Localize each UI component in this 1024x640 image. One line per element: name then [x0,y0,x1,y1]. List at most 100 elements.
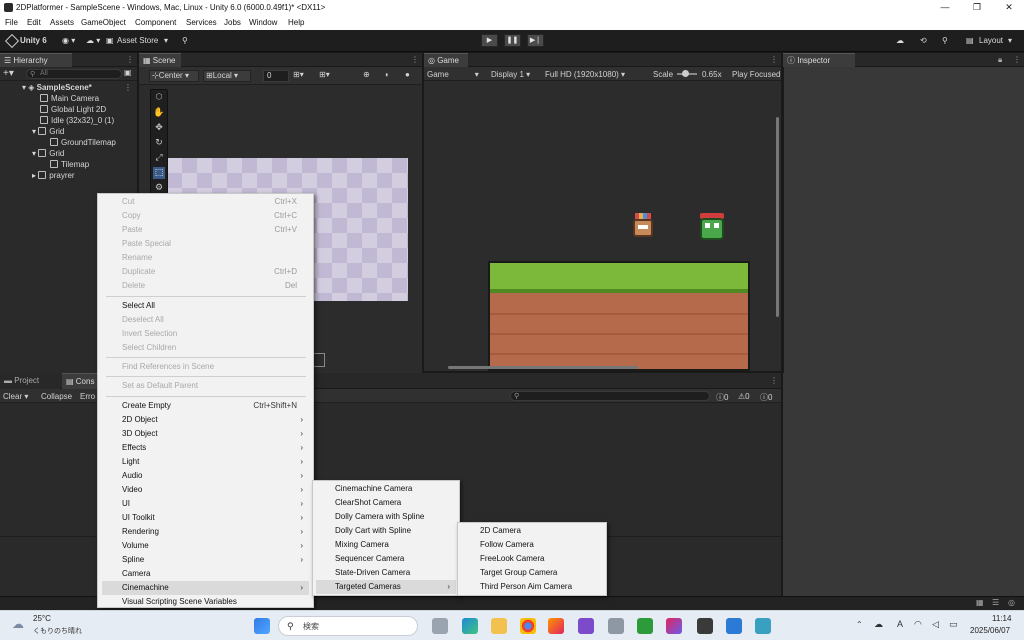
menu-item-cinemachine[interactable]: Cinemachine › [102,581,309,595]
menu-item-light[interactable]: Light › [98,455,313,469]
menu-item-select-children[interactable]: Select Children [98,341,313,355]
menu-help[interactable]: Help [288,15,304,30]
step-button[interactable]: ▶❘ [527,34,544,47]
horizontal-scrollbar[interactable] [448,366,638,369]
volume-icon[interactable]: ◁ [932,619,939,630]
wifi-icon[interactable]: ◠ [914,619,922,630]
vscode-icon[interactable] [726,618,742,634]
hierarchy-item-global-light[interactable]: Global Light 2D [40,105,106,115]
snap-input[interactable]: 0 [263,70,289,82]
view-tool-icon[interactable]: ⬡ [153,92,165,104]
ime-indicator[interactable]: A [897,619,903,629]
firefox-icon[interactable] [548,618,564,634]
menu-item-camera[interactable]: Camera [98,567,313,581]
more-options-icon[interactable]: ⋮ [770,55,778,64]
search-icon[interactable]: ⚲ [182,36,188,45]
menu-edit[interactable]: Edit [27,15,41,30]
chrome-icon[interactable] [520,618,536,634]
shading-icon[interactable]: ◐ [385,70,390,79]
start-icon[interactable] [254,618,270,634]
play-button[interactable]: ▶ [481,34,498,47]
history-icon[interactable]: ⟲ [920,36,927,45]
menu-item-follow-camera[interactable]: Follow Camera [458,538,606,552]
weather-icon[interactable]: ☁ [12,617,24,631]
app-icon[interactable] [666,618,682,634]
unity-version-button[interactable]: Unity 6 [20,36,47,45]
menu-jobs[interactable]: Jobs [224,15,241,30]
status-icon[interactable]: ☰ [992,598,999,607]
hierarchy-search-input[interactable]: ⚲ All [26,69,122,79]
play-focused-dropdown[interactable]: Play Focused [732,70,780,79]
menu-item-invert-selection[interactable]: Invert Selection [98,327,313,341]
menu-item-state-driven-camera[interactable]: State-Driven Camera [313,566,459,580]
menu-item-effects[interactable]: Effects › [98,441,313,455]
hand-tool-icon[interactable]: ✋ [153,107,165,119]
menu-item-create-empty[interactable]: Create Empty Ctrl+Shift+N [98,399,313,413]
hierarchy-item-idle[interactable]: Idle (32x32)_0 (1) [40,116,114,126]
lock-icon[interactable]: 🔒︎ [998,55,1002,65]
status-icon[interactable]: ▦ [976,598,984,607]
xbox-icon[interactable] [637,618,653,634]
add-icon[interactable]: +▾ [3,68,14,79]
menu-item-volume[interactable]: Volume › [98,539,313,553]
error-pause-button[interactable]: Erro [80,392,95,401]
menu-item-delete[interactable]: Delete Del [98,279,313,293]
warning-count[interactable]: ⚠0 [738,392,750,401]
app-icon[interactable] [608,618,624,634]
menu-item-ui[interactable]: UI › [98,497,313,511]
menu-item-deselect-all[interactable]: Deselect All [98,313,313,327]
menu-item-third-person-aim-camera[interactable]: Third Person Aim Camera [458,580,606,594]
taskbar-search-input[interactable]: ⚲ 検索 [278,616,418,636]
menu-item-2d-camera[interactable]: 2D Camera [458,524,606,538]
menu-window[interactable]: Window [249,15,277,30]
more-options-icon[interactable]: ⋮ [1013,55,1021,64]
display-dropdown[interactable]: Display 1 ▾ [491,70,530,79]
menu-item-select-all[interactable]: Select All [98,299,313,313]
menu-item-copy[interactable]: Copy Ctrl+C [98,209,313,223]
vertical-scrollbar[interactable] [776,117,779,317]
hierarchy-item-tilemap[interactable]: Tilemap [50,160,89,170]
game-mode-dropdown[interactable]: Game ▾ [427,70,479,79]
battery-icon[interactable]: ▭ [949,619,958,630]
clock-date[interactable]: 2025/06/07 [970,626,1010,635]
menu-component[interactable]: Component [135,15,176,30]
scale-slider[interactable] [677,70,697,77]
filter-icon[interactable]: ▣ [124,68,132,77]
menu-item-ui-toolkit[interactable]: UI Toolkit › [98,511,313,525]
close-button[interactable]: ✕ [994,0,1024,15]
cloud-icon[interactable]: ☁ ▾ [86,36,100,45]
console-search-input[interactable]: ⚲ [510,391,710,401]
scene-overlay-handle[interactable] [313,353,325,367]
collapse-button[interactable]: Collapse [41,392,72,401]
menu-item-find-references[interactable]: Find References in Scene [98,360,313,374]
globe-icon[interactable]: ⊕ [363,70,370,79]
rotate-tool-icon[interactable]: ↻ [153,137,165,149]
resolution-dropdown[interactable]: Full HD (1920x1080) ▾ [545,70,625,79]
hierarchy-item-grid[interactable]: ▾ Grid [32,127,64,137]
menu-item-spline[interactable]: Spline › [98,553,313,567]
menu-item-freelook-camera[interactable]: FreeLook Camera [458,552,606,566]
account-icon[interactable]: ◉ ▾ [62,36,75,45]
menu-item-paste[interactable]: Paste Ctrl+V [98,223,313,237]
menu-item-sequencer-camera[interactable]: Sequencer Camera [313,552,459,566]
menu-item-paste-special[interactable]: Paste Special [98,237,313,251]
menu-item-duplicate[interactable]: Duplicate Ctrl+D [98,265,313,279]
chevron-up-icon[interactable]: ⌃ [856,620,863,629]
more-options-icon[interactable]: ⋮ [124,83,132,92]
edge-icon[interactable] [462,618,478,634]
menu-item-clearshot-camera[interactable]: ClearShot Camera [313,496,459,510]
clock-time[interactable]: 11:14 [992,614,1011,623]
menu-item-mixing-camera[interactable]: Mixing Camera [313,538,459,552]
hierarchy-scene-row[interactable]: ▾ ◈ SampleScene* [22,83,92,93]
hierarchy-item-groundtilemap[interactable]: GroundTilemap [50,138,116,148]
menu-item-video[interactable]: Video › [98,483,313,497]
minimize-button[interactable]: — [930,0,960,15]
visual-studio-icon[interactable] [578,618,594,634]
game-view[interactable] [424,81,781,371]
move-tool-icon[interactable]: ✥ [153,122,165,134]
scale-tool-icon[interactable]: ⤢ [153,152,165,164]
tab-project[interactable]: ▬ Project [0,373,60,389]
menu-item-target-group-camera[interactable]: Target Group Camera [458,566,606,580]
task-view-icon[interactable] [432,618,448,634]
lit-sphere-icon[interactable]: ● [405,70,410,79]
